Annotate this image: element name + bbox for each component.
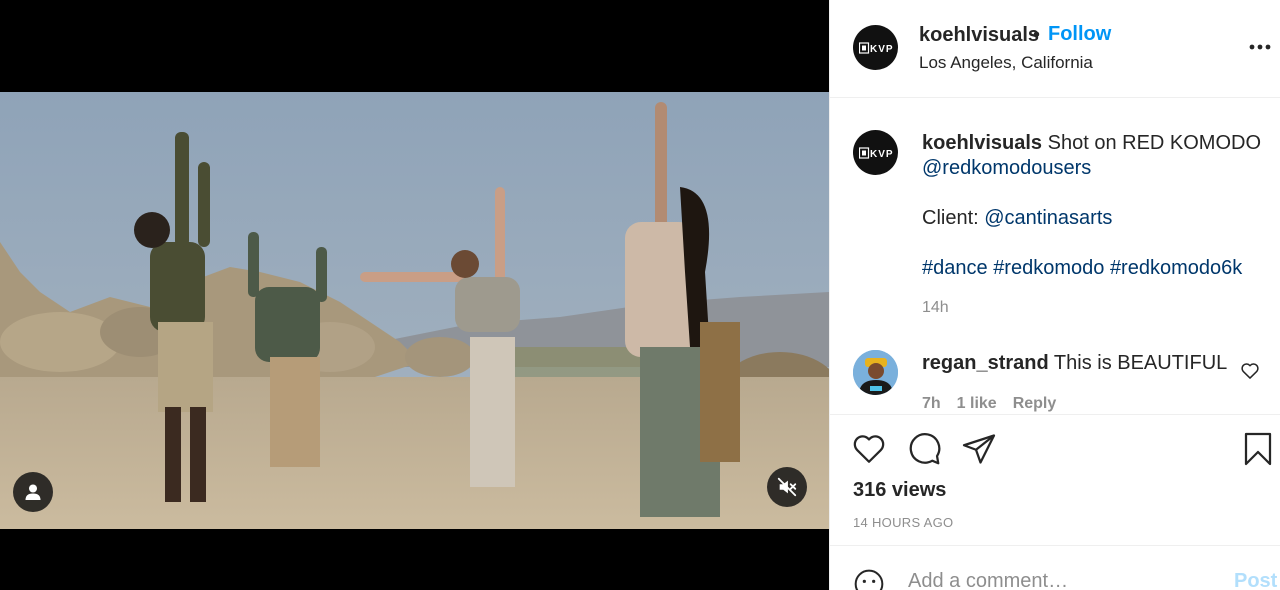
comments-section[interactable]: KVP koehlvisuals Shot on RED KOMODO @red… (830, 99, 1280, 414)
save-button[interactable] (1240, 431, 1276, 467)
commenter-avatar[interactable] (853, 350, 898, 395)
client-label: Client: (922, 207, 985, 229)
avatar-photo (853, 350, 898, 395)
paper-plane-icon (962, 434, 996, 464)
caption-username[interactable]: koehlvisuals (922, 132, 1042, 154)
video-player[interactable] (0, 92, 829, 529)
hashtag-link[interactable]: #redkomodo6k (1110, 257, 1242, 279)
mention-link[interactable]: @redkomodousers (922, 157, 1091, 179)
header-separator: • (1033, 24, 1041, 46)
comment-bubble-icon (909, 433, 941, 465)
svg-text:KVP: KVP (870, 149, 893, 160)
follow-button[interactable]: Follow (1048, 23, 1111, 46)
comment-text: This is BEAUTIFUL (1048, 352, 1228, 374)
post-actions: 316 views 14 HOURS AGO Post (830, 414, 1280, 590)
smiley-icon (854, 569, 884, 590)
post-caption: koehlvisuals Shot on RED KOMODO @redkomo… (922, 131, 1262, 281)
caption-author-avatar[interactable]: KVP (853, 130, 898, 175)
comment-timestamp[interactable]: 7h (922, 395, 941, 412)
client-mention-link[interactable]: @cantinasarts (984, 207, 1112, 229)
more-options-button[interactable] (1248, 35, 1272, 59)
hashtag-link[interactable]: #redkomodo (993, 257, 1104, 279)
comment-meta: 7h 1 like Reply (922, 395, 1072, 413)
kvp-logo: KVP (858, 146, 893, 160)
video-frame (0, 92, 829, 529)
heart-outline-icon (1241, 363, 1259, 379)
bookmark-icon (1244, 432, 1272, 466)
post-timestamp[interactable]: 14 HOURS AGO (853, 515, 953, 530)
caption-timestamp[interactable]: 14h (922, 299, 949, 317)
comment-username[interactable]: regan_strand (922, 352, 1049, 374)
comment-body: regan_strand This is BEAUTIFUL (922, 352, 1227, 375)
muted-speaker-icon (777, 477, 797, 497)
post-comment-button[interactable]: Post (1234, 570, 1277, 590)
more-horizontal-icon (1249, 44, 1271, 50)
comment-input[interactable] (908, 570, 1208, 590)
like-comment-button[interactable] (1240, 361, 1260, 381)
like-button[interactable] (851, 431, 887, 467)
svg-text:KVP: KVP (870, 44, 893, 55)
tagged-users-button[interactable] (13, 472, 53, 512)
comment-likes[interactable]: 1 like (957, 395, 997, 412)
reply-button[interactable]: Reply (1013, 395, 1057, 412)
heart-icon (853, 435, 885, 463)
comment-button[interactable] (906, 431, 942, 467)
post-media (0, 0, 829, 590)
caption-text: Shot on RED KOMODO (1042, 132, 1262, 154)
user-tag-icon (25, 484, 41, 500)
post-location[interactable]: Los Angeles, California (919, 53, 1093, 73)
add-comment-bar: Post (830, 545, 1280, 590)
kvp-logo: KVP (858, 41, 893, 55)
post-side-panel: KVP koehlvisuals • Follow Los Angeles, C… (829, 0, 1280, 590)
view-count[interactable]: 316 views (853, 479, 946, 502)
post-header: KVP koehlvisuals • Follow Los Angeles, C… (830, 0, 1280, 98)
author-username[interactable]: koehlvisuals (919, 24, 1039, 47)
mute-toggle-button[interactable] (767, 467, 807, 507)
author-avatar[interactable]: KVP (853, 25, 898, 70)
emoji-picker-button[interactable] (853, 568, 885, 590)
hashtag-link[interactable]: #dance (922, 257, 988, 279)
share-button[interactable] (961, 431, 997, 467)
